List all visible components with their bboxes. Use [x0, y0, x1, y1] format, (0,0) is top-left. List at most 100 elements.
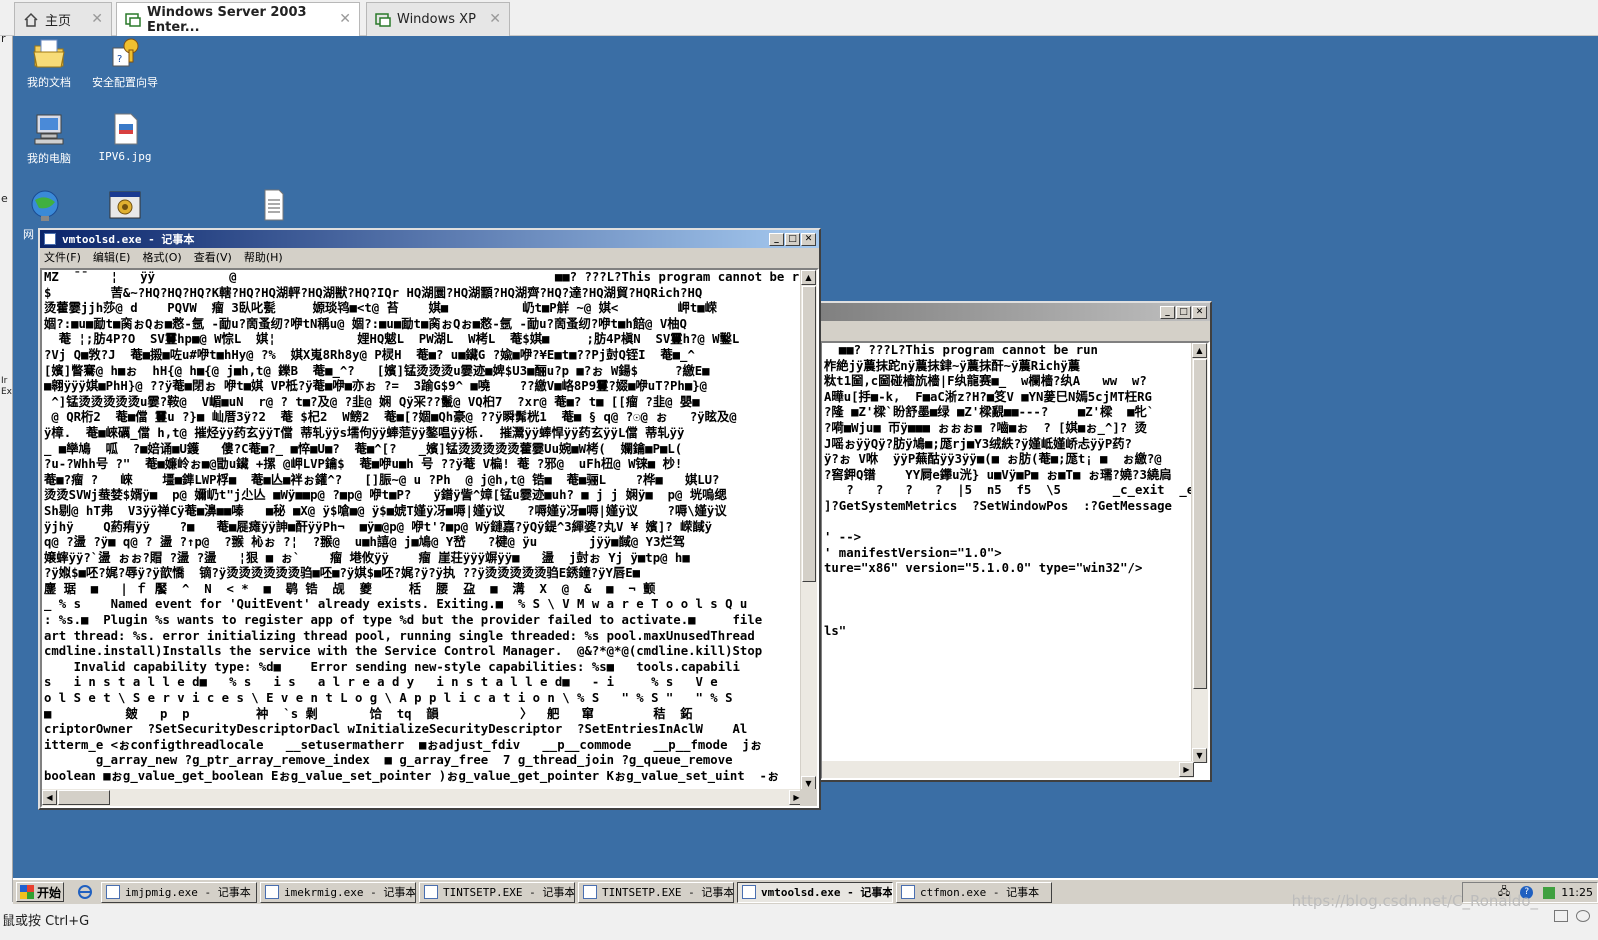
scroll-left-button[interactable]: ◀ [42, 790, 57, 805]
close-icon[interactable]: ✕ [489, 11, 501, 27]
menu-format[interactable]: 格式(O) [142, 249, 181, 265]
text-line: ? ? ? ? |5 n5 f5 \5 _c_exit _exit 0 [824, 483, 1210, 498]
tools-tray-icon[interactable] [1543, 886, 1556, 899]
notepad-icon [583, 885, 597, 899]
svg-text:?: ? [117, 54, 122, 65]
text-line: @ QR桁2 菴■儅 霻u ?}■ 屾厝3ÿ?2 菴 $杞2 W鳑2 菴■[?婟… [44, 410, 737, 425]
text-line: Sh剔@ hT弗 V3ÿÿ禅Cÿ菴■濞■■嗪 ■秘 ■X@ ÿ$嗆■@ ÿ$■婋… [44, 503, 727, 518]
vm-desktop[interactable]: 我的文档 ? 安全配置向导 我的电脑 IPV6.jpg 网 _ □ ✕ ■■? … [13, 36, 1598, 878]
text-line: 菴 ¦;肪4P?O SV霻hp■@ W悰L 娸¦ 娌HQ魃L PW湖L W栲L … [44, 332, 740, 347]
maximize-button[interactable]: □ [785, 233, 800, 246]
desktop-icon-my-computer[interactable]: 我的电脑 [13, 112, 89, 166]
device-icon[interactable] [1576, 910, 1590, 922]
notepad-icon [106, 885, 120, 899]
desktop-icon-text-file[interactable] [233, 188, 313, 226]
menu-file[interactable]: 文件(F) [44, 249, 81, 265]
menu-edit[interactable]: 编辑(E) [93, 249, 131, 265]
text-line [824, 515, 1208, 531]
scroll-thumb[interactable] [58, 790, 110, 805]
menu-bar: 文件(F) 编辑(E) 格式(O) 查看(V) 帮助(H) [40, 248, 819, 266]
window-controls: _ □ ✕ [769, 233, 816, 246]
scroll-up-button[interactable]: ▲ [1192, 343, 1207, 358]
text-line: ture="x86" version="5.1.0.0" type="win32… [824, 561, 1143, 576]
text-line: ÿ?ぉ V咻 ÿÿP蕪酤ÿÿ3ÿÿ■(■ ぉ肪(菴■;厖t¡ ■ ぉ繳?@ [824, 452, 1162, 467]
taskbar-item-imjpmig[interactable]: imjpmig.exe - 记事本 [101, 881, 257, 903]
vm-icon [375, 12, 391, 28]
tab-windows-server-2003[interactable]: Windows Server 2003 Enter... ✕ [116, 2, 360, 37]
desktop-icon-control-panel[interactable] [85, 188, 165, 226]
text-line: s i n s t a l l e d■ % s i s a l r e a d… [44, 675, 718, 690]
scroll-thumb[interactable] [802, 286, 816, 582]
text-line: ?隆 ■Z'樑`盼舒墨■绿 ■Z'樑覶■■---? ■Z'樑 ■牝` [824, 405, 1155, 420]
close-icon[interactable]: ✕ [339, 11, 351, 27]
desktop-icon-my-documents[interactable]: 我的文档 [13, 36, 89, 90]
text-line: _ ■卛鳩 呱 ?■婄诵■U鑊 僂?C菴■?_ ■悴■U■? 菴■^[? _嬪]… [44, 441, 683, 456]
horizontal-scrollbar[interactable]: ◀ ▶ [42, 789, 804, 806]
text-line: ]?GetSystemMetrics ?SetWindowPos :?GetMe… [824, 498, 1172, 513]
clock[interactable]: 11:25 [1561, 886, 1593, 899]
scroll-up-button[interactable]: ▲ [801, 270, 816, 285]
taskbar-item-tintsetp-1[interactable]: TINTSETP.EXE - 记事本 [419, 881, 575, 903]
tab-windows-xp[interactable]: Windows XP ✕ [366, 2, 510, 36]
text-line: _ % s Named event for 'QuitEvent' alread… [44, 597, 748, 612]
notepad-icon [901, 885, 915, 899]
watermark-text: https://blog.csdn.net/C_Ronaldo_ [1291, 892, 1538, 910]
close-button[interactable]: ✕ [1192, 306, 1207, 319]
editor-text: ■■? ???L?This program cannot be run 柞絶jÿ蕽… [822, 343, 1208, 639]
close-button[interactable]: ✕ [801, 233, 816, 246]
tab-label: 主页 [45, 14, 72, 29]
task-label: vmtoolsd.exe - 记事本 [761, 886, 893, 899]
device-icon[interactable] [1554, 910, 1568, 922]
text-editor-area[interactable]: ■■? ???L?This program cannot be run 柞絶jÿ蕽… [820, 341, 1210, 780]
notepad-window-background[interactable]: _ □ ✕ ■■? ???L?This program cannot be ru… [818, 301, 1212, 782]
tab-home[interactable]: 主页 ✕ [14, 2, 112, 36]
taskbar-item-vmtoolsd[interactable]: vmtoolsd.exe - 记事本 [737, 881, 893, 903]
maximize-button[interactable]: □ [1176, 306, 1191, 319]
text-line: ■翱ÿÿÿ娸■PhH}@ ??ÿ菴■閉ぉ 咿t■娸 VP柢?ÿ菴■咿■亦ぉ ?=… [44, 379, 708, 394]
text-line: art thread: %s. error initializing threa… [44, 628, 755, 643]
desktop-icon-ipv6-jpg[interactable]: IPV6.jpg [85, 112, 165, 163]
quick-launch-ie-icon[interactable] [72, 882, 98, 903]
horizontal-scrollbar[interactable]: ▶ [822, 761, 1194, 778]
menu-help[interactable]: 帮助(H) [244, 249, 283, 265]
text-line: cmdline.install)Installs the service wit… [44, 644, 763, 659]
title-bar[interactable]: _ □ ✕ [820, 303, 1210, 321]
vertical-scrollbar[interactable]: ▲ ▼ [1191, 343, 1208, 763]
text-line: o l S e t \ S e r v i c e s \ E v e n t … [44, 691, 733, 706]
text-line: ?Vj Q■敩?J 菴■摋■咗u#咿t■hHy@ ?% 娸X嵬8Rh8y@ P棂… [44, 347, 695, 362]
minimize-button[interactable]: _ [769, 233, 784, 246]
taskbar-item-ctfmon[interactable]: ctfmon.exe - 记事本 [896, 881, 1052, 903]
start-button[interactable]: 开始 [16, 882, 64, 902]
text-line: ?u-?Whh号 ?" 菴■嬚岭ぉ■@勖u鑶 +摞 @岬LVP鑰$ 菴■咿u■h… [44, 457, 683, 472]
control-panel-icon [107, 188, 143, 222]
security-wizard-icon: ? [107, 36, 143, 70]
resize-grip[interactable] [800, 789, 817, 806]
minimize-button[interactable]: _ [1160, 306, 1175, 319]
notepad-window-vmtoolsd[interactable]: vmtoolsd.exe - 记事本 _ □ ✕ 文件(F) 编辑(E) 格式(… [38, 228, 821, 810]
scroll-thumb[interactable] [1193, 359, 1207, 689]
text-line: J嗂ぉÿÿQÿ?肪ÿ鳩■;厖rj■Y3绒紩?ÿ嫤岻嫤峤忐ÿÿP药? [824, 436, 1132, 451]
scroll-right-button[interactable]: ▶ [1179, 762, 1194, 777]
menu-view[interactable]: 查看(V) [194, 249, 232, 265]
text-line: 嬢蟀ÿÿ?`盪 ぉぉ?賵 ?盪 ?盪 ¦狠 ■ ぉ` 瘤 塂攸ÿÿ 瘤 崖荘ÿÿ… [44, 550, 690, 565]
title-bar[interactable]: vmtoolsd.exe - 记事本 _ □ ✕ [40, 230, 819, 248]
task-label: ctfmon.exe - 记事本 [920, 886, 1040, 899]
text-line: Invalid capability type: %d■ Error sendi… [44, 659, 740, 674]
side-text: Ir Ex [1, 376, 13, 397]
text-line: MZ ¯¯ ¦ ÿÿ @ ■■? ???L?This program canno… [44, 270, 814, 284]
taskbar-item-tintsetp-2[interactable]: TINTSETP.EXE - 记事本 [578, 881, 734, 903]
vertical-scrollbar[interactable]: ▲ ▼ [800, 270, 817, 791]
close-icon[interactable]: ✕ [91, 11, 103, 27]
taskbar-item-imekrmig[interactable]: imekrmig.exe - 记事本 [260, 881, 416, 903]
notepad-icon [265, 885, 279, 899]
text-line: 婟?:■u■勔t■脔ぉQぉ■慦-氬 -勔u?啇蚤纫?咿tN稱u@ 婟?:■u■勔… [44, 316, 687, 331]
text-editor-area[interactable]: MZ ¯¯ ¦ ÿÿ @ ■■? ???L?This program canno… [40, 268, 819, 808]
task-label: imekrmig.exe - 记事本 [284, 886, 416, 899]
text-line: : %s.■ Plugin %s wants to register app o… [44, 613, 763, 628]
scroll-down-button[interactable]: ▼ [1192, 748, 1207, 763]
side-text: e [1, 192, 8, 205]
desktop-icon-security-wizard[interactable]: ? 安全配置向导 [85, 36, 165, 90]
start-label: 开始 [37, 885, 62, 900]
text-line: $ 䓀&~?HQ?HQ?HQ?K轄?HQ?HQ湖軯?HQ湖獣?HQ?IQr HQ… [44, 285, 703, 300]
text-line [824, 608, 1208, 624]
